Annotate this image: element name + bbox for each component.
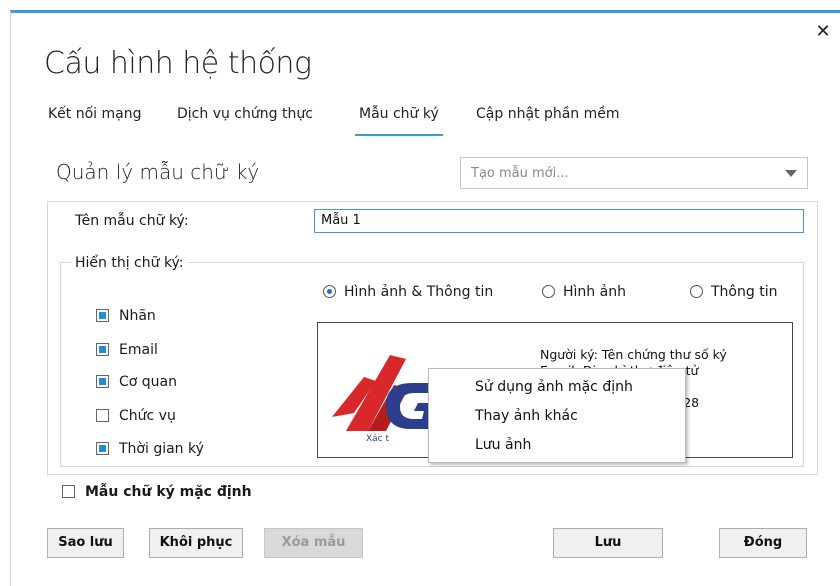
checkbox-unchecked-icon xyxy=(96,409,109,422)
checkbox-unchecked-icon xyxy=(62,485,75,498)
checkbox-checked-icon xyxy=(96,309,109,322)
section-title: Quản lý mẫu chữ ký xyxy=(56,160,260,184)
radio-image-and-info[interactable]: Hình ảnh & Thông tin xyxy=(323,284,493,300)
radio-empty-icon xyxy=(690,285,703,298)
menu-item-change-image[interactable]: Thay ảnh khác xyxy=(475,408,578,424)
radio-label: Hình ảnh xyxy=(563,284,626,300)
checkbox-label-toggle[interactable]: Nhãn xyxy=(96,308,156,324)
template-name-label: Tên mẫu chữ ký: xyxy=(75,213,189,229)
radio-label: Hình ảnh & Thông tin xyxy=(344,284,494,300)
dialog-title: Cấu hình hệ thống xyxy=(44,46,312,81)
context-menu: Sử dụng ảnh mặc định Thay ảnh khác Lưu ả… xyxy=(428,368,686,463)
save-button[interactable]: Lưu xyxy=(553,528,663,558)
template-name-input[interactable]: Mẫu 1 xyxy=(314,209,804,233)
new-template-placeholder: Tạo mẫu mới... xyxy=(471,166,569,181)
close-icon[interactable]: ✕ xyxy=(813,22,833,42)
radio-label: Thông tin xyxy=(711,284,778,300)
checkbox-checked-icon xyxy=(96,343,109,356)
checkbox-position[interactable]: Chức vụ xyxy=(96,408,176,424)
checkbox-organization[interactable]: Cơ quan xyxy=(96,374,177,390)
logo-text: Xác t xyxy=(366,434,389,444)
checkbox-text: Email xyxy=(119,342,158,358)
checkbox-email[interactable]: Email xyxy=(96,342,158,358)
menu-item-use-default-image[interactable]: Sử dụng ảnh mặc định xyxy=(475,379,633,395)
close-button[interactable]: Đóng xyxy=(719,528,807,558)
checkbox-signing-time[interactable]: Thời gian ký xyxy=(96,441,204,457)
tab-signature-template[interactable]: Mẫu chữ ký xyxy=(355,106,443,136)
checkbox-text: Thời gian ký xyxy=(119,441,204,457)
chevron-down-icon xyxy=(785,170,797,177)
checkbox-text: Nhãn xyxy=(119,308,156,324)
display-legend: Hiển thị chữ ký: xyxy=(71,255,188,271)
new-template-dropdown[interactable]: Tạo mẫu mới... xyxy=(460,157,808,189)
signer-line: Người ký: Tên chứng thư số ký xyxy=(540,347,727,362)
menu-item-save-image[interactable]: Lưu ảnh xyxy=(475,437,531,453)
restore-button[interactable]: Khôi phục xyxy=(149,528,243,558)
tab-network[interactable]: Kết nối mạng xyxy=(48,106,142,134)
radio-selected-icon xyxy=(323,285,336,298)
tab-certificate-service[interactable]: Dịch vụ chứng thực xyxy=(177,106,313,134)
radio-image[interactable]: Hình ảnh xyxy=(542,284,626,300)
tab-software-update[interactable]: Cập nhật phần mềm xyxy=(476,106,620,134)
checkbox-checked-icon xyxy=(96,442,109,455)
delete-template-button[interactable]: Xóa mẫu xyxy=(264,528,363,558)
radio-empty-icon xyxy=(542,285,555,298)
radio-info[interactable]: Thông tin xyxy=(690,284,777,300)
checkbox-text: Cơ quan xyxy=(119,374,178,390)
backup-button[interactable]: Sao lưu xyxy=(47,528,124,558)
checkbox-checked-icon xyxy=(96,375,109,388)
checkbox-text: Chức vụ xyxy=(119,408,176,424)
checkbox-text: Mẫu chữ ký mặc định xyxy=(85,484,252,500)
default-template-checkbox[interactable]: Mẫu chữ ký mặc định xyxy=(62,484,252,500)
